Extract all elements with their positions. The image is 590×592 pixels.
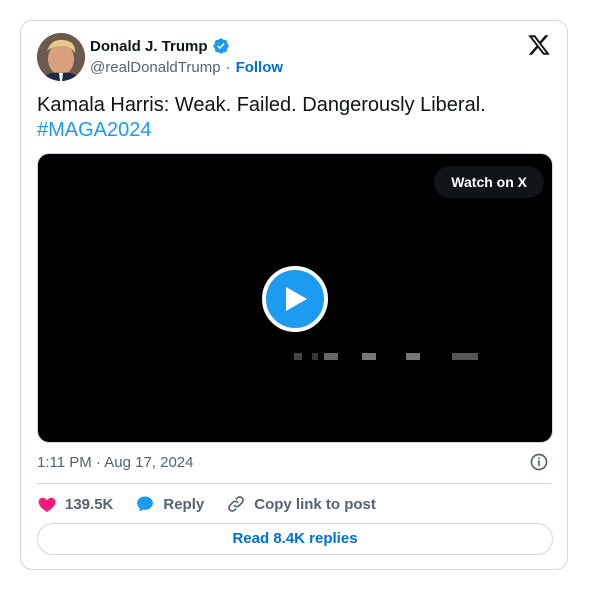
separator-dot: · <box>225 59 231 76</box>
tweet-text: Kamala Harris: Weak. Failed. Dangerously… <box>37 93 552 143</box>
handle-row: @realDonaldTrump · Follow <box>90 59 283 76</box>
tweet-body: Kamala Harris: Weak. Failed. Dangerously… <box>37 94 486 116</box>
timestamp[interactable]: 1:11 PM · Aug 17, 2024 <box>37 454 194 471</box>
action-bar: 139.5K Reply Copy link to post <box>37 493 398 515</box>
x-logo-icon[interactable] <box>527 33 551 57</box>
avatar[interactable] <box>37 33 85 81</box>
author-handle[interactable]: @realDonaldTrump <box>90 59 221 76</box>
follow-link[interactable]: Follow <box>236 59 284 76</box>
divider <box>37 483 551 484</box>
read-replies-button[interactable]: Read 8.4K replies <box>37 523 553 555</box>
reply-label: Reply <box>163 495 205 513</box>
watch-on-x-button[interactable]: Watch on X <box>434 166 544 198</box>
link-icon <box>228 496 245 512</box>
video-frame-artifact <box>294 353 484 361</box>
copy-link-label: Copy link to post <box>254 495 376 513</box>
hashtag-link[interactable]: #MAGA2024 <box>37 118 552 143</box>
play-icon <box>286 287 307 311</box>
tweet-card: Donald J. Trump @realDonaldTrump · Follo… <box>20 20 568 570</box>
author-name-row: Donald J. Trump <box>90 37 230 55</box>
info-icon[interactable] <box>529 452 549 472</box>
like-button[interactable]: 139.5K <box>37 494 113 514</box>
reply-bubble-icon <box>137 496 154 512</box>
copy-link-button[interactable]: Copy link to post <box>226 494 376 514</box>
heart-icon <box>38 497 56 512</box>
likes-count: 139.5K <box>65 495 114 513</box>
reply-button[interactable]: Reply <box>135 494 204 514</box>
author-name[interactable]: Donald J. Trump <box>90 38 208 55</box>
play-button[interactable] <box>262 266 328 332</box>
verified-badge-icon <box>212 37 230 55</box>
video-player[interactable]: Watch on X <box>37 153 553 443</box>
